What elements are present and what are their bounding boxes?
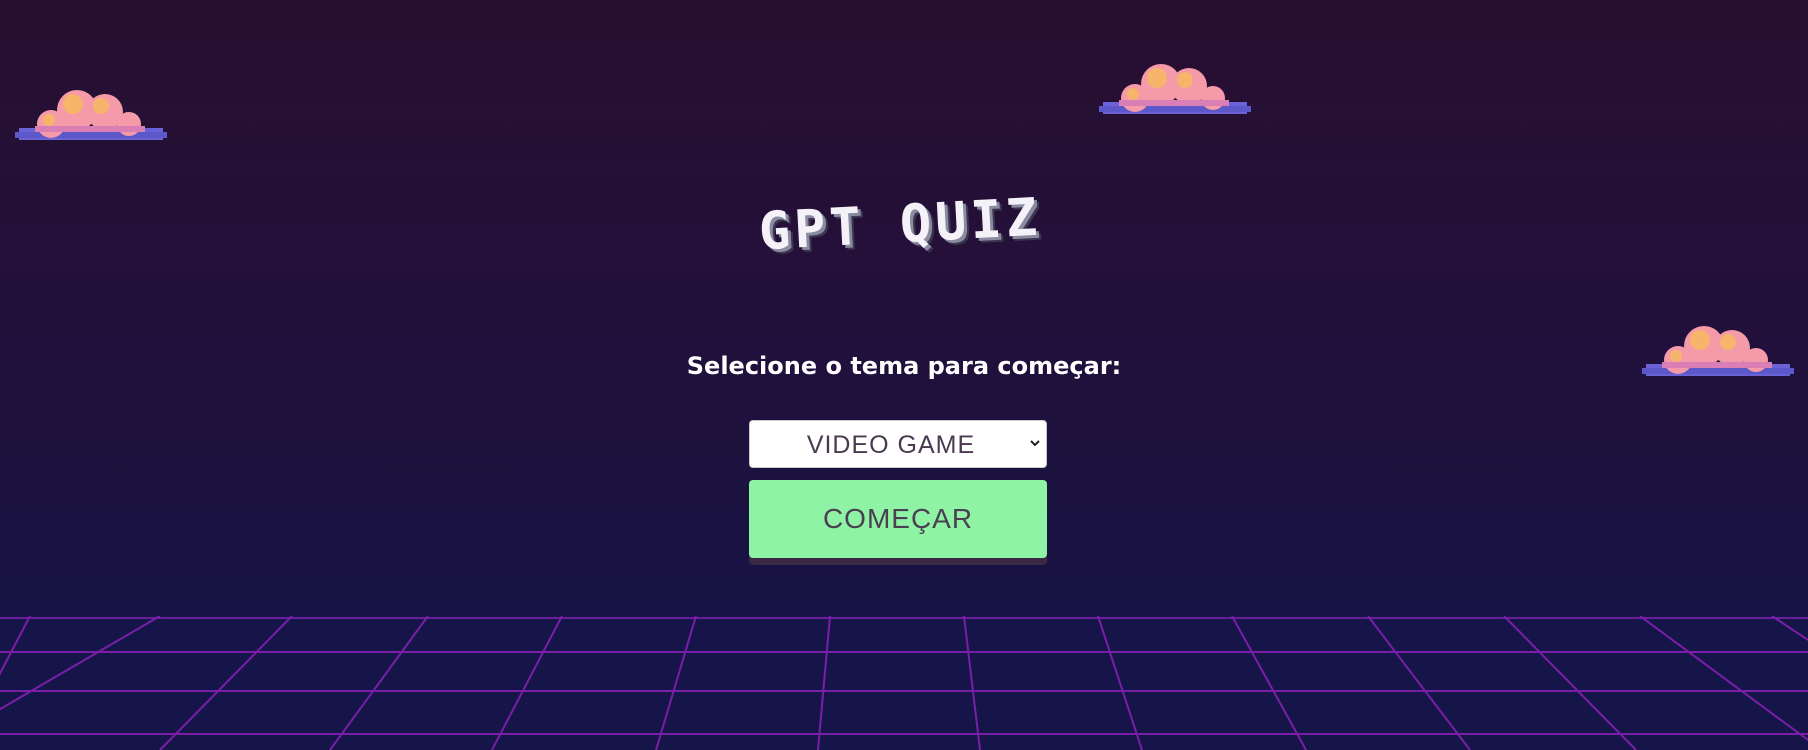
theme-select-value: VIDEO GAME xyxy=(806,431,976,459)
grid-floor xyxy=(0,616,1808,750)
start-button[interactable]: COMEÇAR xyxy=(749,480,1047,558)
theme-select[interactable]: VIDEO GAME xyxy=(749,420,1047,468)
chevron-down-icon xyxy=(1028,436,1042,450)
theme-prompt-label: Selecione o tema para começar: xyxy=(686,352,1122,380)
cloud-icon xyxy=(15,88,167,148)
page-title: GPT QUIZ xyxy=(757,187,1043,263)
cloud-icon xyxy=(1642,324,1794,384)
cloud-icon xyxy=(1099,62,1251,122)
start-button-label: COMEÇAR xyxy=(822,503,974,534)
